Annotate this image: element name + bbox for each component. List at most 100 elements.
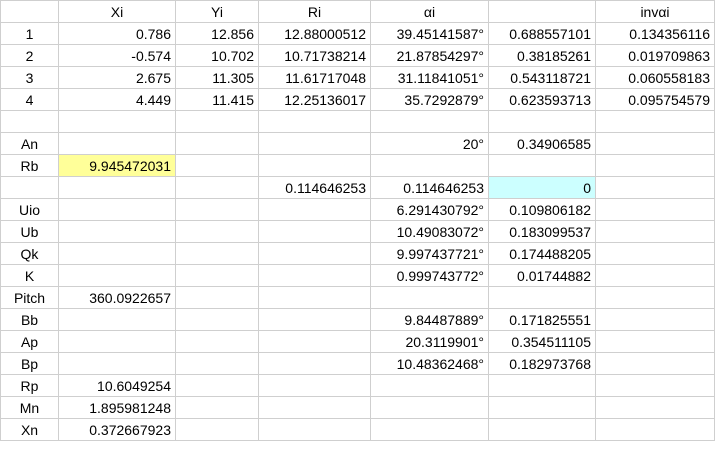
cell[interactable] <box>175 264 259 287</box>
cell[interactable] <box>488 110 596 133</box>
cell[interactable]: 0.095754579 <box>595 88 715 111</box>
cell[interactable] <box>175 110 259 133</box>
cell[interactable] <box>175 154 259 177</box>
cell[interactable]: 0.114646253 <box>370 176 489 199</box>
cell[interactable]: -0.574 <box>58 44 176 67</box>
column-header-cell[interactable]: Yi <box>175 0 259 23</box>
cell[interactable]: 0.183099537 <box>488 220 596 243</box>
cell[interactable] <box>370 418 489 441</box>
column-header-cell[interactable]: Ri <box>258 0 371 23</box>
cell[interactable] <box>258 132 371 155</box>
cell[interactable]: 2.675 <box>58 66 176 89</box>
cell[interactable]: 0.109806182 <box>488 198 596 221</box>
column-header-cell[interactable] <box>0 0 59 23</box>
cell[interactable] <box>258 242 371 265</box>
cell[interactable]: 0 <box>488 176 596 199</box>
cell[interactable]: 12.856 <box>175 22 259 45</box>
cell[interactable]: 0.060558183 <box>595 66 715 89</box>
cell[interactable] <box>58 264 176 287</box>
cell[interactable]: 0.114646253 <box>258 176 371 199</box>
cell[interactable]: 0.171825551 <box>488 308 596 331</box>
cell[interactable] <box>258 330 371 353</box>
cell[interactable] <box>488 154 596 177</box>
cell[interactable]: 0.38185261 <box>488 44 596 67</box>
cell[interactable] <box>488 374 596 397</box>
cell[interactable] <box>370 374 489 397</box>
cell[interactable] <box>175 286 259 309</box>
cell[interactable] <box>595 352 715 375</box>
row-label-cell[interactable]: Qk <box>0 242 59 265</box>
cell[interactable] <box>58 132 176 155</box>
row-label-cell[interactable]: Bp <box>0 352 59 375</box>
cell[interactable] <box>488 396 596 419</box>
cell[interactable] <box>58 198 176 221</box>
cell[interactable] <box>595 242 715 265</box>
cell[interactable]: 35.7292879° <box>370 88 489 111</box>
cell[interactable]: 0.623593713 <box>488 88 596 111</box>
cell[interactable] <box>595 418 715 441</box>
cell[interactable] <box>595 286 715 309</box>
column-header-cell[interactable]: invαi <box>595 0 715 23</box>
cell[interactable] <box>488 286 596 309</box>
cell[interactable]: 11.305 <box>175 66 259 89</box>
cell[interactable] <box>58 330 176 353</box>
cell[interactable] <box>175 176 259 199</box>
cell[interactable] <box>58 352 176 375</box>
cell[interactable]: 0.688557101 <box>488 22 596 45</box>
cell[interactable] <box>595 110 715 133</box>
row-label-cell[interactable]: 4 <box>0 88 59 111</box>
row-label-cell[interactable]: An <box>0 132 59 155</box>
cell[interactable] <box>595 154 715 177</box>
cell[interactable]: 0.01744882 <box>488 264 596 287</box>
row-label-cell[interactable]: Pitch <box>0 286 59 309</box>
cell[interactable]: 12.25136017 <box>258 88 371 111</box>
cell[interactable]: 360.0922657 <box>58 286 176 309</box>
cell[interactable] <box>595 374 715 397</box>
cell[interactable]: 0.019709863 <box>595 44 715 67</box>
cell[interactable] <box>258 154 371 177</box>
cell[interactable] <box>175 352 259 375</box>
cell[interactable] <box>595 176 715 199</box>
cell[interactable] <box>175 198 259 221</box>
cell[interactable]: 21.87854297° <box>370 44 489 67</box>
row-label-cell[interactable]: Bb <box>0 308 59 331</box>
cell[interactable]: 0.354511105 <box>488 330 596 353</box>
cell[interactable] <box>370 110 489 133</box>
cell[interactable] <box>58 220 176 243</box>
cell[interactable]: 10.6049254 <box>58 374 176 397</box>
cell[interactable] <box>258 110 371 133</box>
row-label-cell[interactable]: 2 <box>0 44 59 67</box>
cell[interactable]: 10.71738214 <box>258 44 371 67</box>
cell[interactable] <box>488 418 596 441</box>
row-label-cell[interactable]: Mn <box>0 396 59 419</box>
cell[interactable]: 31.11841051° <box>370 66 489 89</box>
cell[interactable]: 1.895981248 <box>58 396 176 419</box>
cell[interactable]: 9.997437721° <box>370 242 489 265</box>
cell[interactable]: 11.415 <box>175 88 259 111</box>
cell[interactable] <box>370 154 489 177</box>
cell[interactable] <box>595 396 715 419</box>
cell[interactable] <box>595 308 715 331</box>
cell[interactable] <box>258 396 371 419</box>
row-label-cell[interactable]: K <box>0 264 59 287</box>
cell[interactable] <box>258 220 371 243</box>
cell[interactable] <box>175 374 259 397</box>
cell[interactable]: 0.134356116 <box>595 22 715 45</box>
cell[interactable] <box>175 396 259 419</box>
cell[interactable] <box>258 308 371 331</box>
cell[interactable]: 0.182973768 <box>488 352 596 375</box>
cell[interactable] <box>58 176 176 199</box>
cell[interactable] <box>175 242 259 265</box>
cell[interactable] <box>370 286 489 309</box>
cell[interactable]: 9.84487889° <box>370 308 489 331</box>
row-label-cell[interactable]: Ub <box>0 220 59 243</box>
row-label-cell[interactable]: Rb <box>0 154 59 177</box>
row-label-cell[interactable]: Xn <box>0 418 59 441</box>
row-label-cell[interactable] <box>0 110 59 133</box>
cell[interactable]: 0.543118721 <box>488 66 596 89</box>
cell[interactable] <box>175 132 259 155</box>
cell[interactable] <box>175 220 259 243</box>
cell[interactable]: 20.3119901° <box>370 330 489 353</box>
cell[interactable]: 0.786 <box>58 22 176 45</box>
cell[interactable] <box>595 220 715 243</box>
